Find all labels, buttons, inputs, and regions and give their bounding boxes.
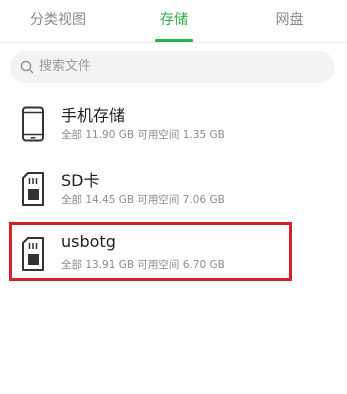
- storage-item-sd-card[interactable]: SD卡 全部 14.45 GB 可用空间 7.06 GB: [0, 161, 347, 223]
- tab-storage[interactable]: 存储: [116, 0, 232, 42]
- sd-card-icon: [22, 237, 44, 271]
- search-icon: [20, 60, 34, 74]
- phone-icon: [22, 106, 44, 142]
- tab-bar: 分类视图 存储 网盘: [0, 0, 347, 43]
- tab-cloud-drive[interactable]: 网盘: [232, 0, 347, 42]
- storage-item-detail: 全部 13.91 GB 可用空间 6.70 GB: [61, 259, 225, 271]
- storage-item-name: SD卡: [61, 171, 100, 190]
- storage-item-detail: 全部 14.45 GB 可用空间 7.06 GB: [61, 194, 225, 206]
- storage-item-name: usbotg: [61, 232, 116, 251]
- sd-card-icon: [22, 172, 44, 206]
- storage-item-name: 手机存储: [61, 106, 126, 125]
- search-placeholder: 搜索文件: [39, 59, 92, 74]
- storage-item-usbotg[interactable]: usbotg 全部 13.91 GB 可用空间 6.70 GB: [0, 226, 347, 288]
- storage-item-phone[interactable]: 手机存储 全部 11.90 GB 可用空间 1.35 GB: [0, 96, 347, 158]
- storage-item-detail: 全部 11.90 GB 可用空间 1.35 GB: [61, 129, 225, 141]
- search-input[interactable]: 搜索文件: [10, 51, 335, 83]
- tab-category-view[interactable]: 分类视图: [0, 0, 116, 42]
- active-tab-indicator: [155, 39, 193, 42]
